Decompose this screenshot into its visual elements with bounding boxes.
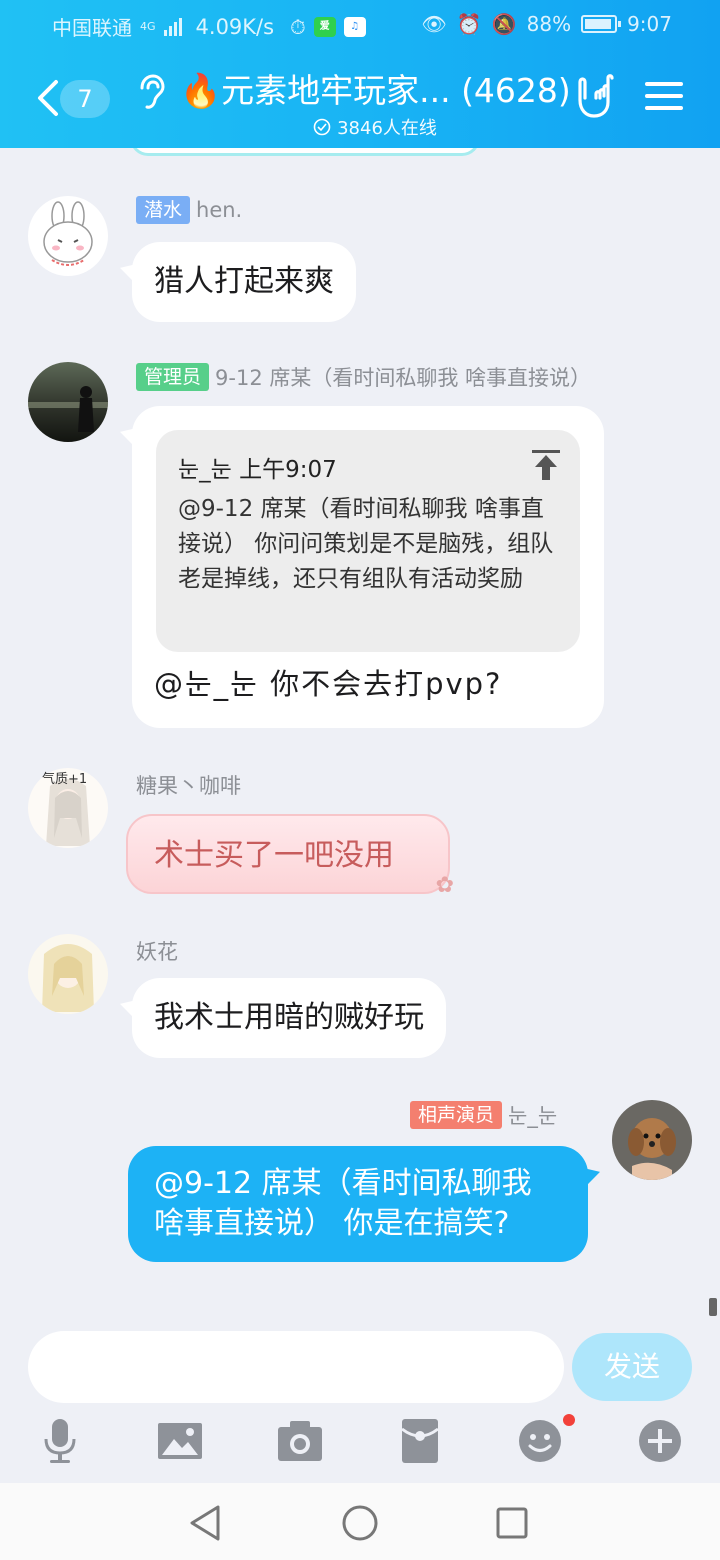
online-count: 3846人在线 (337, 118, 437, 139)
message-text: 术士买了一吧没用 (154, 838, 394, 873)
message-input[interactable] (28, 1331, 564, 1403)
my-avatar[interactable] (612, 1100, 692, 1180)
rock-hand-icon[interactable] (572, 74, 614, 118)
quote-body: @9-12 席某（看时间私聊我 啥事直接说） 你问问策划是不是脑残，组队老是掉线… (178, 496, 554, 592)
chat-header: 中国联通 4G 4.09K/s ⏱ 爱 ♫ 👁 ⏰ 🔕 88% 9:07 7 🔥… (0, 0, 720, 148)
scrollbar-thumb[interactable] (709, 1298, 717, 1316)
mute-icon: 🔕 (491, 12, 517, 36)
battery-percent: 88% (526, 12, 572, 36)
member-tag: 潜水 (136, 196, 191, 224)
admin-tag: 管理员 (136, 363, 210, 391)
clock: 9:07 (627, 12, 672, 36)
iqiyi-icon: 爱 (313, 16, 336, 37)
unread-count-badge[interactable]: 7 (60, 80, 110, 118)
avatar[interactable] (28, 362, 108, 442)
avatar-label: 气质+1 (42, 772, 88, 787)
microphone-icon[interactable] (36, 1417, 84, 1465)
signal-icon (163, 17, 182, 36)
network-type: 4G (140, 20, 156, 33)
battery-icon (581, 15, 622, 33)
send-button[interactable]: 发送 (572, 1333, 692, 1401)
music-icon: ♫ (343, 16, 366, 37)
sender-meta: 管理员 9-12 席某（看时间私聊我 啥事直接说） (136, 362, 591, 392)
emoji-icon[interactable] (516, 1417, 564, 1465)
toolbar (0, 1417, 720, 1471)
carrier-name: 中国联通 (52, 16, 132, 40)
my-message-bubble[interactable]: @9-12 席某（看时间私聊我 啥事直接说） 你是在搞笑? (128, 1146, 588, 1262)
puppy-avatar-image (628, 1118, 676, 1180)
system-nav-bar (0, 1483, 720, 1560)
message-bubble[interactable]: 猎人打起来爽 (132, 242, 356, 322)
message-bubble[interactable]: 我术士用暗的贼好玩 (132, 978, 446, 1058)
message-text: 猎人打起来爽 (154, 264, 334, 299)
title-tag: 相声演员 (410, 1101, 503, 1129)
jump-to-original-icon[interactable] (532, 450, 560, 480)
network-speed: 4.09K/s (195, 14, 275, 39)
quote-header: 눈_눈 上午9:07 (178, 457, 337, 483)
online-status: 3846人在线 (180, 114, 570, 140)
message-bubble[interactable]: 术士买了一吧没用 ✿ (126, 814, 454, 898)
input-bar: 发送 (0, 1325, 720, 1483)
anime-blonde-avatar-image (42, 944, 94, 1012)
check-circle-icon (313, 118, 331, 136)
camera-icon[interactable] (276, 1417, 324, 1465)
bubble-decoration-icon: ✿ (435, 873, 454, 898)
previous-message-bubble (130, 148, 480, 156)
message-text: @9-12 席某（看时间私聊我 啥事直接说） 你是在搞笑? (154, 1166, 532, 1241)
nav-recents-icon[interactable] (492, 1503, 532, 1543)
message-bubble[interactable]: 눈_눈 上午9:07 @9-12 席某（看时间私聊我 啥事直接说） 你问问策划是… (132, 406, 604, 728)
ear-icon[interactable] (136, 74, 166, 110)
avatar[interactable] (28, 196, 108, 276)
member-count: (4628) (461, 71, 570, 110)
message-list[interactable]: 潜水 hen. 猎人打起来爽 管理员 9-12 席某（看时间私聊我 啥事直接说）… (0, 148, 720, 1325)
nav-back-icon[interactable] (186, 1503, 226, 1543)
sender-name[interactable]: 糖果丶咖啡 (136, 770, 241, 800)
sender-meta: 糖果丶咖啡 (136, 770, 241, 800)
silhouette-avatar-image (28, 386, 108, 432)
eye-icon: 👁 (421, 12, 447, 36)
sender-meta: 妖花 (136, 936, 178, 966)
rabbit-avatar-image (43, 201, 93, 266)
notification-dot (563, 1414, 575, 1426)
sender-name[interactable]: 눈_눈 (508, 1100, 557, 1130)
sender-name[interactable]: hen. (196, 198, 242, 222)
sender-meta: 潜水 hen. (136, 196, 242, 224)
group-name: 🔥元素地牢玩家... (180, 71, 451, 110)
message-text: 我术士用暗的贼好玩 (154, 1000, 424, 1035)
timer-icon: ⏱ (290, 14, 306, 39)
red-packet-icon[interactable] (396, 1417, 444, 1465)
avatar[interactable] (28, 934, 108, 1014)
menu-icon[interactable] (645, 80, 683, 112)
image-icon[interactable] (156, 1417, 204, 1465)
quoted-message[interactable]: 눈_눈 上午9:07 @9-12 席某（看时间私聊我 啥事直接说） 你问问策划是… (156, 430, 580, 652)
status-bar: 中国联通 4G 4.09K/s ⏱ 爱 ♫ 👁 ⏰ 🔕 88% 9:07 (0, 0, 720, 50)
sender-name[interactable]: 妖花 (136, 936, 178, 966)
message-text: @눈_눈 你不会去打pvp? (154, 667, 503, 701)
nav-home-icon[interactable] (340, 1503, 380, 1543)
plus-icon[interactable] (636, 1417, 684, 1465)
sender-meta: 相声演员 눈_눈 (410, 1100, 557, 1130)
alarm-icon: ⏰ (456, 12, 482, 36)
sender-name[interactable]: 9-12 席某（看时间私聊我 啥事直接说） (215, 362, 591, 392)
group-title[interactable]: 🔥元素地牢玩家... (4628) 3846人在线 (180, 64, 570, 140)
